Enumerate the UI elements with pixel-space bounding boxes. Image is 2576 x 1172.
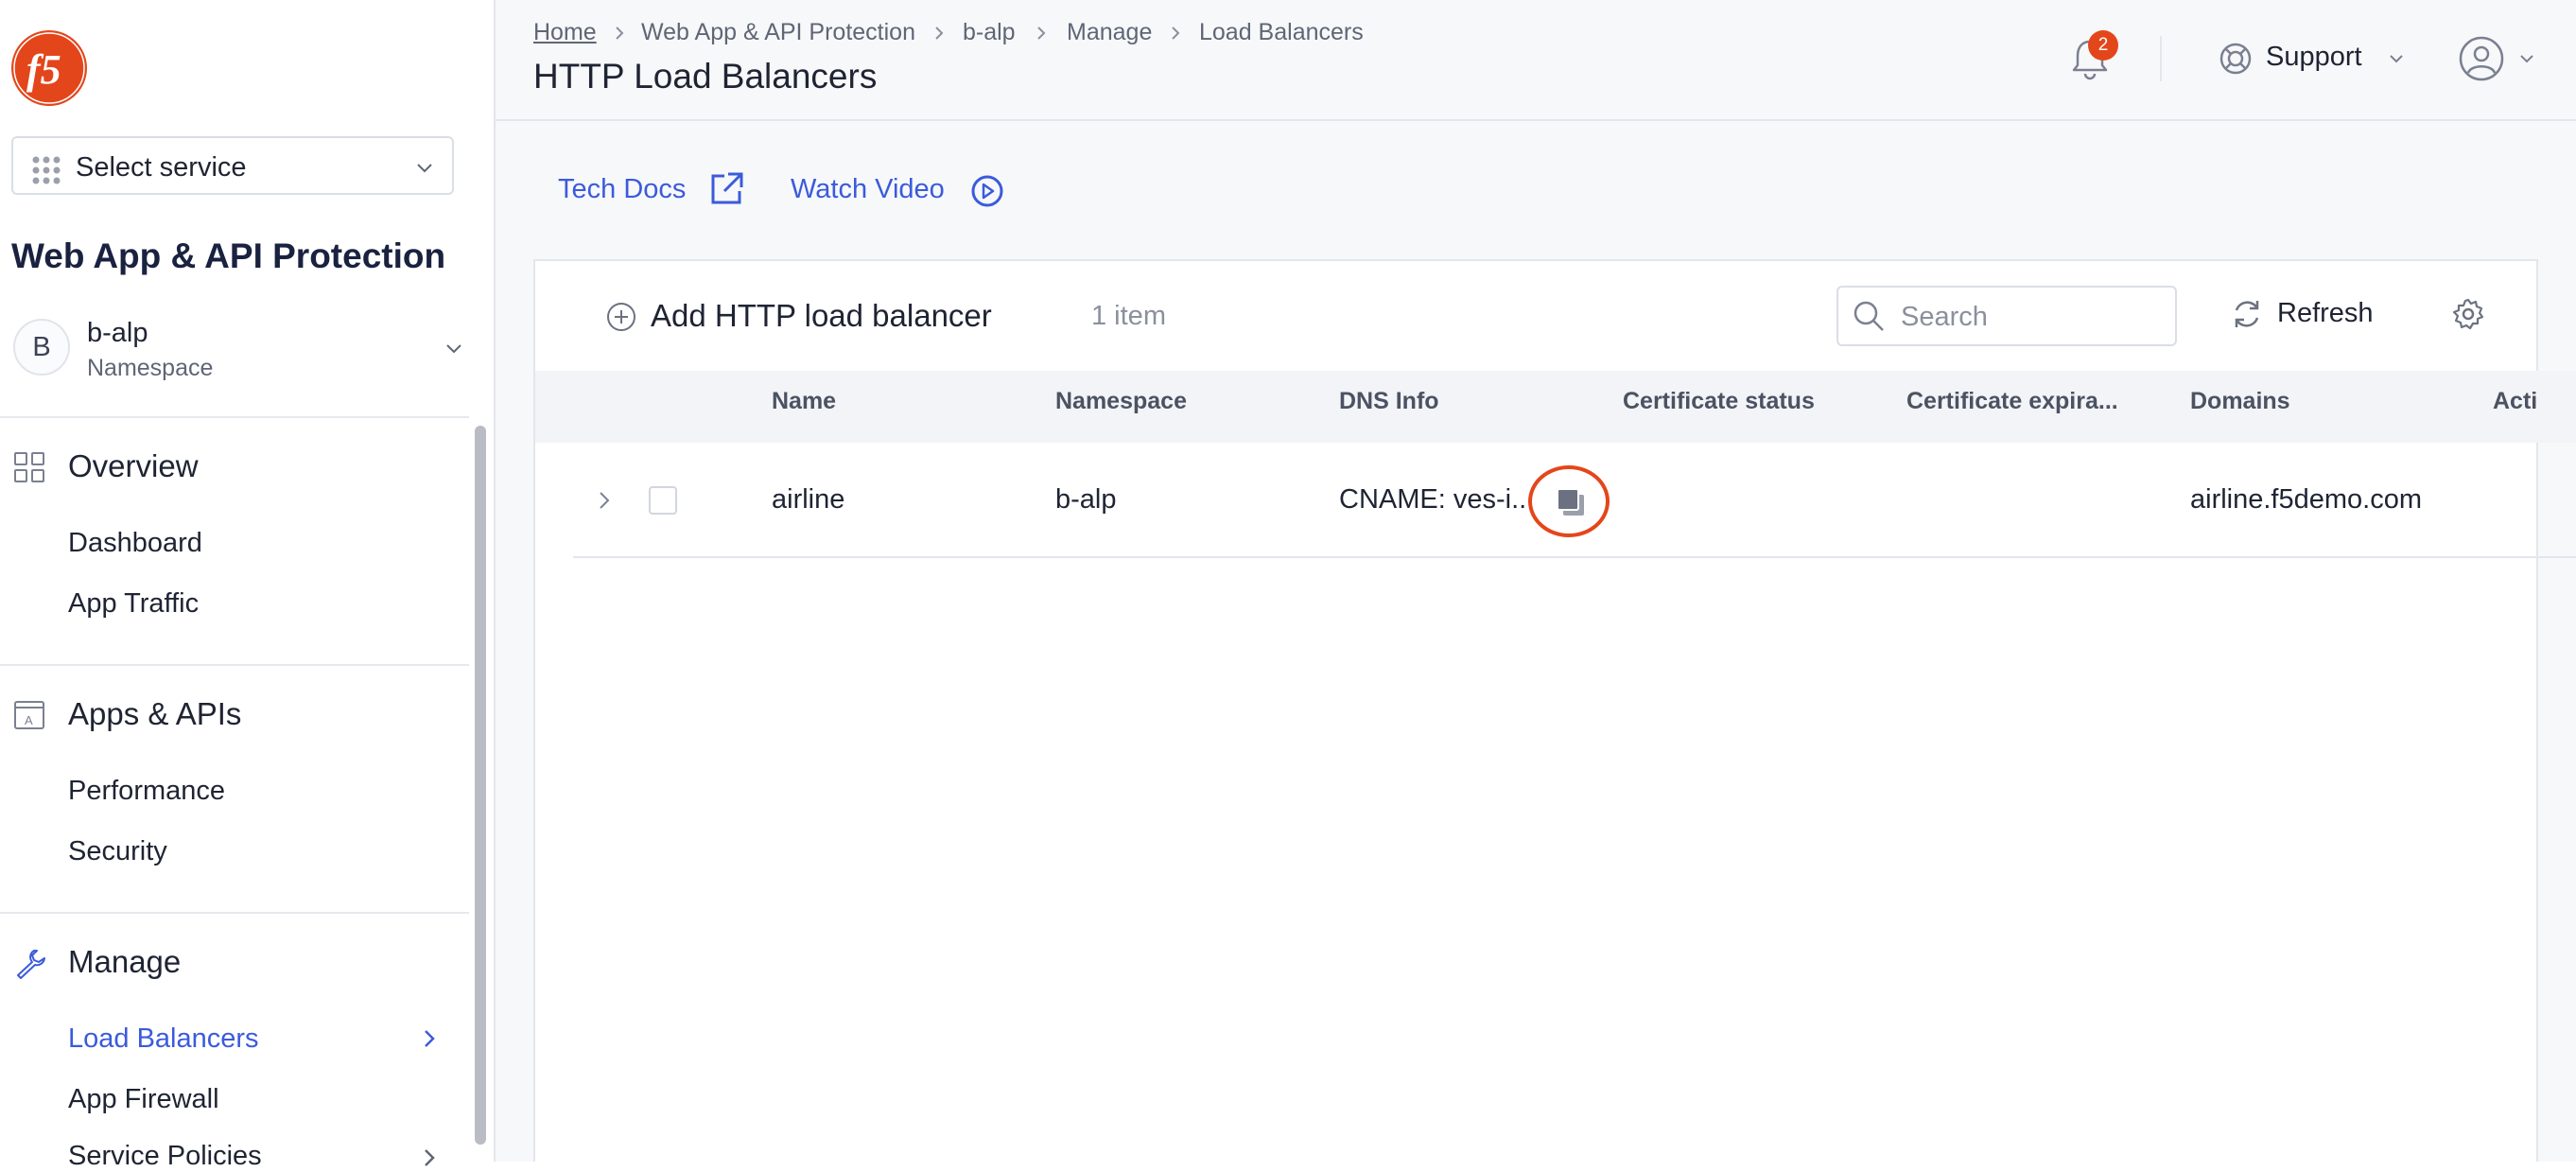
search-icon [1854, 301, 1884, 331]
plus-circle-icon[interactable] [605, 301, 637, 333]
gear-icon[interactable] [2451, 297, 2485, 331]
support-menu[interactable]: Support [2266, 42, 2362, 73]
notification-badge: 2 [2088, 30, 2118, 61]
nav-item-security[interactable]: Security [68, 836, 167, 867]
app-title: Web App & API Protection [11, 236, 446, 275]
search-box[interactable] [1836, 286, 2177, 346]
chevron-right-icon [425, 1149, 435, 1166]
search-input[interactable] [1899, 297, 2167, 337]
nav-item-app-traffic[interactable]: App Traffic [68, 588, 199, 620]
svg-text:A: A [25, 713, 33, 727]
wrench-icon [17, 950, 45, 979]
row-checkbox[interactable] [649, 486, 677, 515]
chevron-right-icon [1037, 26, 1046, 40]
nav-section-manage[interactable]: Manage [68, 944, 181, 980]
svg-text:f5: f5 [26, 46, 61, 93]
add-http-load-balancer-button[interactable]: Add HTTP load balancer [651, 298, 992, 334]
column-header-dns-info[interactable]: DNS Info [1339, 388, 1439, 415]
breadcrumb-load-balancers: Load Balancers [1199, 19, 1364, 45]
select-service-dropdown[interactable]: Select service [11, 136, 454, 195]
play-circle-icon[interactable] [968, 172, 1006, 210]
column-header-domains[interactable]: Domains [2190, 388, 2290, 415]
breadcrumb-manage[interactable]: Manage [1067, 19, 1152, 46]
nav-item-performance[interactable]: Performance [68, 776, 225, 807]
sidebar-scrollbar[interactable] [475, 426, 486, 1145]
chevron-right-icon [616, 26, 624, 40]
chevron-down-icon [417, 164, 432, 173]
column-header-namespace[interactable]: Namespace [1055, 388, 1187, 415]
select-service-label: Select service [76, 152, 247, 183]
f5-logo[interactable]: f5 [9, 28, 89, 108]
nav-item-service-policies[interactable]: Service Policies [68, 1141, 262, 1172]
sidebar: f5 Select service Web App & API Protecti… [0, 0, 496, 1171]
divider [0, 416, 469, 418]
nav-section-apps-apis[interactable]: Apps & APIs [68, 696, 241, 732]
column-header-certificate-status[interactable]: Certificate status [1623, 388, 1815, 415]
expand-row-chevron-icon[interactable] [596, 488, 613, 513]
cell-domains: airline.f5demo.com [2190, 484, 2422, 515]
chevron-right-icon [425, 1030, 435, 1047]
nav-item-dashboard[interactable]: Dashboard [68, 528, 202, 559]
breadcrumb-waap[interactable]: Web App & API Protection [641, 19, 915, 46]
nav-item-app-firewall[interactable]: App Firewall [68, 1084, 219, 1115]
watch-video-link[interactable]: Watch Video [791, 174, 945, 205]
apps-grid-icon [32, 156, 61, 184]
refresh-icon[interactable] [2230, 297, 2264, 331]
cell-dns-info: CNAME: ves-i.. [1339, 484, 1527, 515]
external-link-icon[interactable] [707, 170, 745, 208]
namespace-label: Namespace [87, 355, 214, 381]
divider [0, 912, 469, 914]
chevron-right-icon [935, 26, 944, 40]
namespace-avatar: B [13, 319, 70, 376]
page-title: HTTP Load Balancers [533, 57, 878, 96]
column-header-name[interactable]: Name [772, 388, 836, 415]
chevron-down-icon[interactable] [2387, 49, 2406, 68]
nav-item-load-balancers[interactable]: Load Balancers [68, 1023, 259, 1055]
table-header: Name Namespace DNS Info Certificate stat… [535, 371, 2576, 443]
divider [0, 664, 469, 666]
header-divider [2160, 36, 2162, 81]
column-header-actions[interactable]: Acti [2493, 388, 2537, 415]
refresh-button[interactable]: Refresh [2277, 298, 2374, 329]
highlight-circle [1528, 465, 1610, 537]
grid-icon [14, 452, 44, 482]
chevron-right-icon [1172, 26, 1180, 40]
table-row[interactable]: airline b-alp CNAME: ves-i.. airline.f5d… [573, 445, 2576, 558]
cell-namespace: b-alp [1055, 484, 1117, 515]
tech-docs-link[interactable]: Tech Docs [558, 174, 686, 205]
cell-name[interactable]: airline [772, 484, 844, 516]
column-header-certificate-expiration[interactable]: Certificate expira... [1906, 388, 2118, 415]
namespace-chevron-down-icon[interactable] [443, 337, 465, 359]
lifebuoy-icon [2219, 43, 2252, 75]
top-header: Home Web App & API Protection b-alp Mana… [496, 0, 2576, 121]
app-window-icon: A [14, 701, 44, 729]
nav-section-overview[interactable]: Overview [68, 448, 199, 484]
chevron-down-icon[interactable] [2517, 49, 2536, 68]
user-avatar-icon[interactable] [2457, 34, 2506, 83]
namespace-name[interactable]: b-alp [87, 318, 148, 349]
breadcrumb-home[interactable]: Home [533, 19, 597, 46]
breadcrumb-namespace[interactable]: b-alp [963, 19, 1016, 46]
item-count: 1 item [1091, 301, 1166, 331]
